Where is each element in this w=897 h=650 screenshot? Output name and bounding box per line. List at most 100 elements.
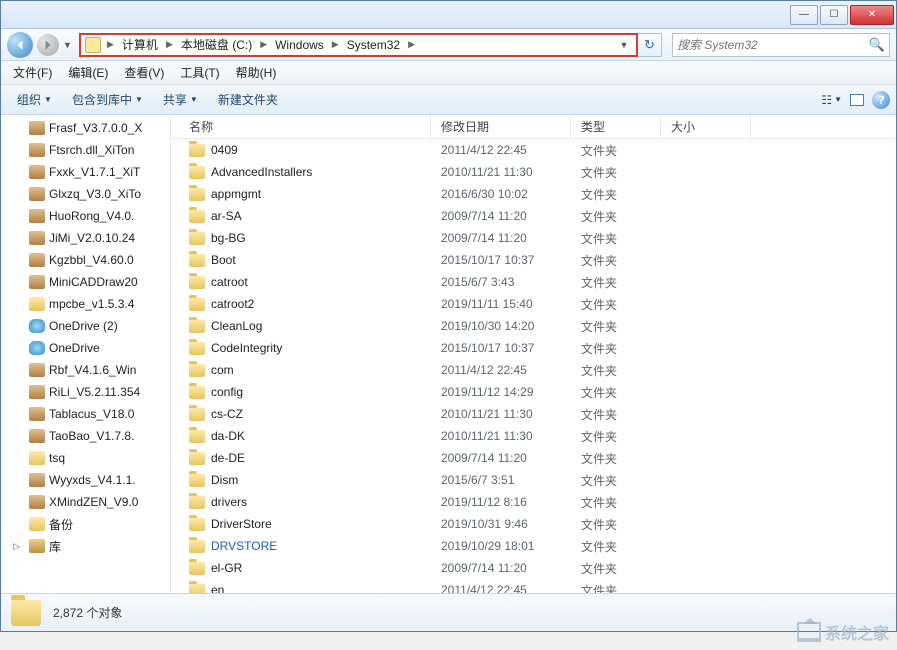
file-row[interactable]: catroot2015/6/7 3:43文件夹 — [171, 271, 896, 293]
maximize-button[interactable]: ☐ — [820, 5, 848, 25]
folder-icon — [189, 430, 205, 443]
cell-name: Dism — [171, 473, 431, 487]
tree-item[interactable]: tsq — [1, 447, 170, 469]
menu-edit[interactable]: 编辑(E) — [60, 62, 116, 83]
tree-item[interactable]: Frasf_V3.7.0.0_X — [1, 117, 170, 139]
file-row[interactable]: com2011/4/12 22:45文件夹 — [171, 359, 896, 381]
forward-button[interactable] — [37, 34, 59, 56]
folder-icon — [29, 451, 45, 465]
search-input[interactable] — [677, 38, 869, 52]
expand-icon[interactable]: ▷ — [13, 541, 20, 552]
file-row[interactable]: DriverStore2019/10/31 9:46文件夹 — [171, 513, 896, 535]
file-name: 0409 — [211, 143, 238, 157]
file-row[interactable]: el-GR2009/7/14 11:20文件夹 — [171, 557, 896, 579]
file-list[interactable]: 04092011/4/12 22:45文件夹AdvancedInstallers… — [171, 139, 896, 593]
file-row[interactable]: en2011/4/12 22:45文件夹 — [171, 579, 896, 593]
file-row[interactable]: 04092011/4/12 22:45文件夹 — [171, 139, 896, 161]
tree-item[interactable]: RiLi_V5.2.11.354 — [1, 381, 170, 403]
tree-item-label: Wyyxds_V4.1.1. — [49, 473, 136, 487]
tree-item[interactable]: JiMi_V2.0.10.24 — [1, 227, 170, 249]
address-dropdown[interactable]: ▼ — [616, 40, 632, 50]
file-row[interactable]: cs-CZ2010/11/21 11:30文件夹 — [171, 403, 896, 425]
file-row[interactable]: DRVSTORE2019/10/29 18:01文件夹 — [171, 535, 896, 557]
tree-item[interactable]: Ftsrch.dll_XiTon — [1, 139, 170, 161]
tree-item[interactable]: Rbf_V4.1.6_Win — [1, 359, 170, 381]
back-button[interactable] — [7, 32, 33, 58]
tree-item[interactable]: HuoRong_V4.0. — [1, 205, 170, 227]
tree-item[interactable]: OneDrive — [1, 337, 170, 359]
tree-item[interactable]: Wyyxds_V4.1.1. — [1, 469, 170, 491]
file-name: appmgmt — [211, 187, 261, 201]
new-folder-button[interactable]: 新建文件夹 — [208, 88, 288, 111]
cell-type: 文件夹 — [571, 538, 661, 555]
file-row[interactable]: CleanLog2019/10/30 14:20文件夹 — [171, 315, 896, 337]
refresh-button[interactable]: ↻ — [638, 33, 662, 57]
tree-item-label: Glxzq_V3.0_XiTo — [49, 187, 141, 201]
tree-item[interactable]: TaoBao_V1.7.8. — [1, 425, 170, 447]
menu-file[interactable]: 文件(F) — [5, 62, 60, 83]
cell-type: 文件夹 — [571, 450, 661, 467]
view-mode-button[interactable]: ☷▼ — [821, 93, 842, 107]
tree-item[interactable]: 备份 — [1, 513, 170, 535]
file-row[interactable]: bg-BG2009/7/14 11:20文件夹 — [171, 227, 896, 249]
file-row[interactable]: config2019/11/12 14:29文件夹 — [171, 381, 896, 403]
menu-help[interactable]: 帮助(H) — [228, 62, 285, 83]
address-bar[interactable]: ▶ 计算机 ▶ 本地磁盘 (C:) ▶ Windows ▶ System32 ▶… — [79, 33, 638, 57]
help-button[interactable]: ? — [872, 91, 890, 109]
body: Frasf_V3.7.0.0_XFtsrch.dll_XiTonFxxk_V1.… — [1, 115, 896, 593]
folder-icon — [29, 297, 45, 311]
preview-pane-button[interactable] — [850, 94, 864, 106]
breadcrumb-system32[interactable]: System32 — [341, 38, 406, 52]
header-name[interactable]: 名称 — [171, 115, 431, 138]
tree-item[interactable]: OneDrive (2) — [1, 315, 170, 337]
tree-item[interactable]: mpcbe_v1.5.3.4 — [1, 293, 170, 315]
file-row[interactable]: AdvancedInstallers2010/11/21 11:30文件夹 — [171, 161, 896, 183]
file-name: Dism — [211, 473, 238, 487]
menu-tools[interactable]: 工具(T) — [172, 62, 227, 83]
status-bar: 2,872 个对象 — [1, 593, 896, 631]
file-row[interactable]: CodeIntegrity2015/10/17 10:37文件夹 — [171, 337, 896, 359]
file-row[interactable]: Dism2015/6/7 3:51文件夹 — [171, 469, 896, 491]
menu-view[interactable]: 查看(V) — [116, 62, 172, 83]
breadcrumb-sep: ▶ — [105, 39, 116, 50]
cell-date: 2019/11/12 8:16 — [431, 495, 571, 509]
breadcrumb-computer[interactable]: 计算机 — [116, 36, 164, 53]
close-button[interactable]: ✕ — [850, 5, 894, 25]
tree-item[interactable]: MiniCADDraw20 — [1, 271, 170, 293]
tree-item[interactable]: ▷库 — [1, 535, 170, 557]
header-date[interactable]: 修改日期 — [431, 115, 571, 138]
file-row[interactable]: drivers2019/11/12 8:16文件夹 — [171, 491, 896, 513]
tree-item-label: OneDrive — [49, 341, 100, 355]
header-type[interactable]: 类型 — [571, 115, 661, 138]
share-button[interactable]: 共享▼ — [153, 88, 208, 111]
breadcrumb-windows[interactable]: Windows — [269, 38, 330, 52]
file-row[interactable]: de-DE2009/7/14 11:20文件夹 — [171, 447, 896, 469]
cell-name: appmgmt — [171, 187, 431, 201]
nav-tree[interactable]: Frasf_V3.7.0.0_XFtsrch.dll_XiTonFxxk_V1.… — [1, 115, 171, 593]
cell-type: 文件夹 — [571, 384, 661, 401]
cell-name: DRVSTORE — [171, 539, 431, 553]
file-row[interactable]: appmgmt2016/6/30 10:02文件夹 — [171, 183, 896, 205]
header-size[interactable]: 大小 — [661, 115, 751, 138]
search-icon[interactable]: 🔍 — [869, 37, 885, 53]
breadcrumb-drive[interactable]: 本地磁盘 (C:) — [175, 36, 258, 53]
tree-item[interactable]: Glxzq_V3.0_XiTo — [1, 183, 170, 205]
tree-item[interactable]: XMindZEN_V9.0 — [1, 491, 170, 513]
organize-button[interactable]: 组织▼ — [7, 88, 62, 111]
address-bar-wrap: ▶ 计算机 ▶ 本地磁盘 (C:) ▶ Windows ▶ System32 ▶… — [79, 33, 662, 57]
tree-item[interactable]: Tablacus_V18.0 — [1, 403, 170, 425]
file-row[interactable]: da-DK2010/11/21 11:30文件夹 — [171, 425, 896, 447]
include-lib-button[interactable]: 包含到库中▼ — [62, 88, 153, 111]
tree-item[interactable]: Kgzbbl_V4.60.0 — [1, 249, 170, 271]
cell-name: config — [171, 385, 431, 399]
tree-item[interactable]: Fxxk_V1.7.1_XiT — [1, 161, 170, 183]
file-row[interactable]: catroot22019/11/11 15:40文件夹 — [171, 293, 896, 315]
cell-date: 2019/11/12 14:29 — [431, 385, 571, 399]
file-row[interactable]: Boot2015/10/17 10:37文件夹 — [171, 249, 896, 271]
search-box[interactable]: 🔍 — [672, 33, 890, 57]
breadcrumb-sep: ▶ — [406, 39, 417, 50]
file-row[interactable]: ar-SA2009/7/14 11:20文件夹 — [171, 205, 896, 227]
minimize-button[interactable]: — — [790, 5, 818, 25]
history-dropdown[interactable]: ▼ — [63, 40, 75, 50]
cell-name: cs-CZ — [171, 407, 431, 421]
